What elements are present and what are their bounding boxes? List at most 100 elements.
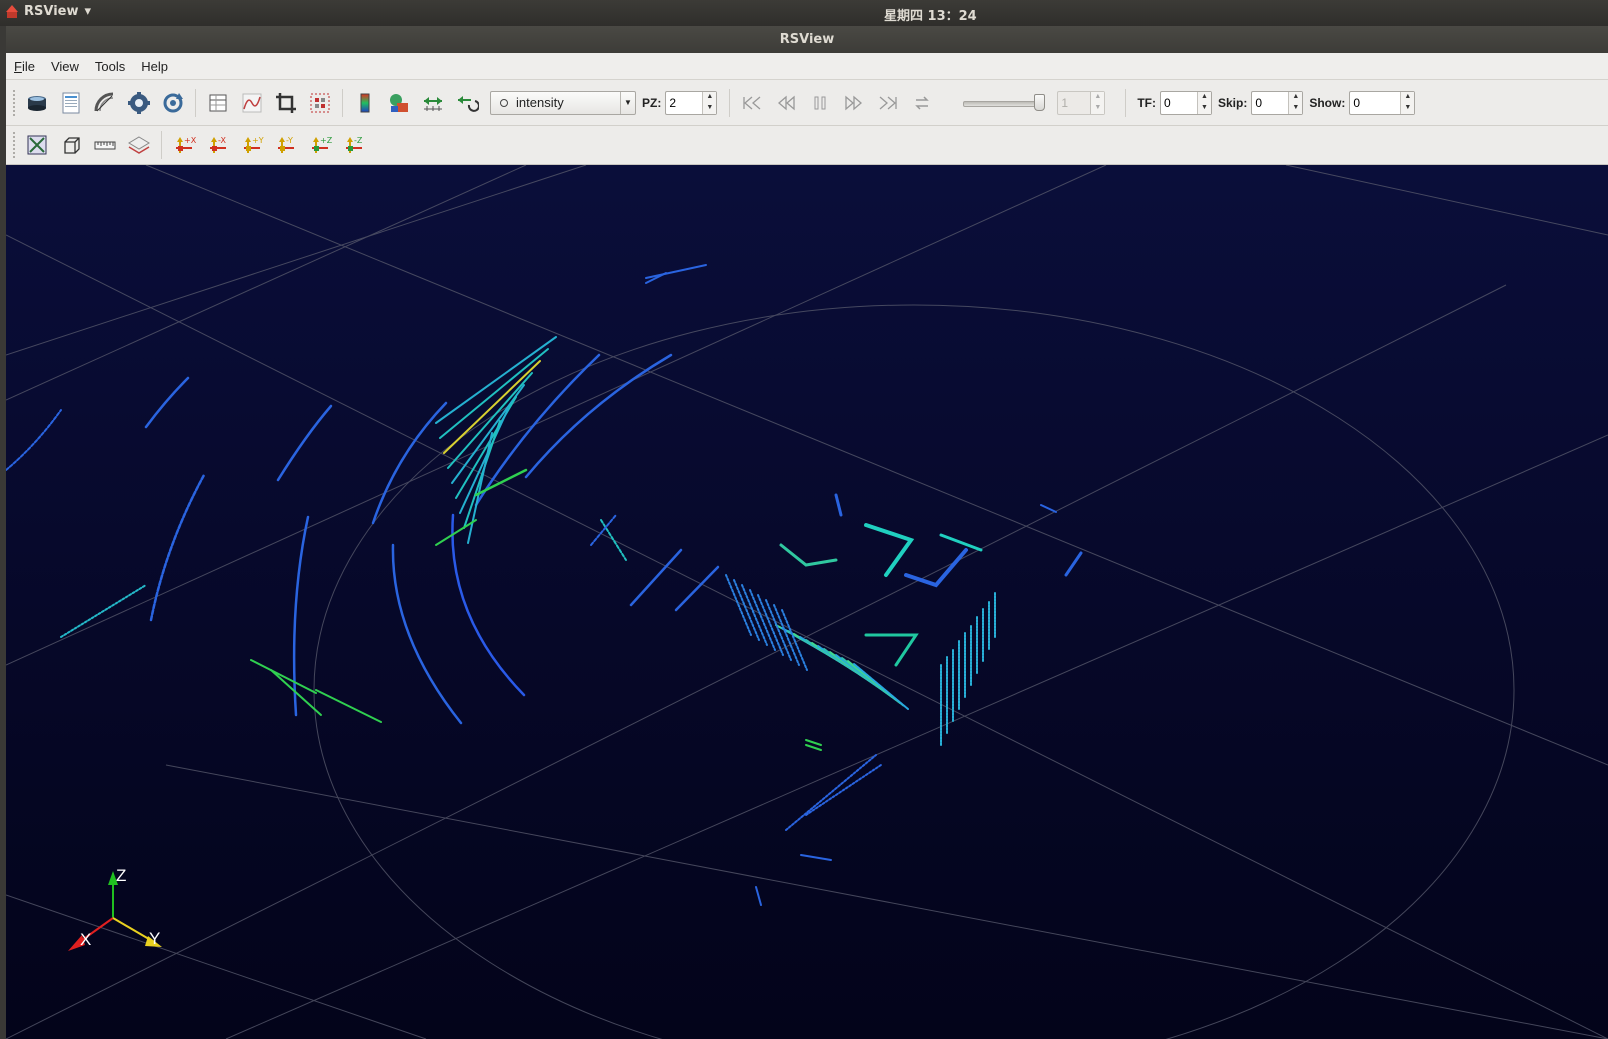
view-toolbar: +X -X +Y -Y +Z -Z	[6, 126, 1608, 165]
pz-input[interactable]	[666, 91, 703, 114]
color-by-dot-icon	[500, 98, 508, 107]
frame-input[interactable]	[1058, 91, 1091, 114]
lidar-scan-line	[904, 548, 968, 588]
layers-icon	[128, 136, 150, 154]
spin-up-icon[interactable]: ▲	[1289, 92, 1302, 103]
skip-input[interactable]	[1252, 91, 1289, 114]
show-input[interactable]	[1350, 91, 1401, 114]
lidar-scan-line	[629, 548, 683, 607]
first-frame-button[interactable]	[737, 88, 767, 118]
graph-button[interactable]	[237, 88, 267, 118]
spin-up-icon[interactable]: ▲	[703, 92, 716, 103]
loop-button[interactable]	[907, 88, 937, 118]
transform-button[interactable]	[452, 88, 482, 118]
open-sensor-stream-button[interactable]	[22, 88, 52, 118]
view-minus-z-button[interactable]: -Z	[339, 130, 369, 160]
lidar-scan-line	[60, 584, 147, 638]
fast-forward-button[interactable]	[839, 88, 869, 118]
lidar-scan-line	[853, 663, 909, 710]
z-axis-label: Z	[116, 866, 126, 885]
layers-button[interactable]	[124, 130, 154, 160]
loop-icon	[915, 95, 930, 110]
reset-camera-icon	[27, 135, 47, 155]
spin-up-icon[interactable]: ▲	[1198, 92, 1211, 103]
axis-view-label: +Z	[320, 136, 332, 145]
open-pcap-icon	[62, 92, 80, 113]
frame-slider-handle[interactable]	[1034, 93, 1046, 111]
view-plus-z-button[interactable]: +Z	[305, 130, 335, 160]
perspective-view-button[interactable]	[56, 130, 86, 160]
view-minus-x-button[interactable]: -X	[203, 130, 233, 160]
show-spinbox[interactable]: ▲▼	[1349, 90, 1416, 115]
color-legend-button[interactable]	[350, 88, 380, 118]
pause-button[interactable]	[805, 88, 835, 118]
selection-grid-button[interactable]	[305, 88, 335, 118]
toolbar-grip[interactable]	[12, 131, 16, 159]
spin-up-icon[interactable]: ▲	[1091, 92, 1104, 103]
axis-view-icon: -Z	[346, 136, 363, 153]
menu-tools[interactable]: Tools	[87, 59, 133, 74]
frame-slider[interactable]	[963, 91, 1046, 115]
view-plus-x-button[interactable]: +X	[169, 130, 199, 160]
crop-button[interactable]	[271, 88, 301, 118]
point-cloud-scene[interactable]: Z X Y	[6, 165, 1608, 1039]
app-menu-arrow-icon: ▾	[84, 4, 92, 19]
measure-button[interactable]	[418, 88, 448, 118]
lidar-scan-line	[749, 589, 776, 651]
rewind-button[interactable]	[771, 88, 801, 118]
chevron-down-icon[interactable]: ▼	[620, 91, 635, 114]
menu-help[interactable]: Help	[133, 59, 176, 74]
reset-camera-button[interactable]	[22, 130, 52, 160]
spreadsheet-button[interactable]	[203, 88, 233, 118]
toolbar-separator	[729, 88, 731, 117]
last-frame-icon	[879, 96, 897, 109]
tf-input[interactable]	[1161, 91, 1197, 114]
sensor-config-button[interactable]	[124, 88, 154, 118]
color-by-select[interactable]: intensity ▼	[490, 90, 636, 115]
app-menu[interactable]: RSView ▾	[6, 4, 91, 19]
spin-up-icon[interactable]: ▲	[1401, 92, 1414, 103]
tf-spinbox[interactable]: ▲▼	[1160, 90, 1212, 115]
spin-down-icon[interactable]: ▼	[1289, 103, 1302, 114]
lidar-scan-line	[435, 336, 557, 424]
reset-config-button[interactable]	[158, 88, 188, 118]
toolbar-grip[interactable]	[12, 88, 16, 117]
color-legend-icon	[360, 93, 370, 112]
skip-label: Skip:	[1218, 95, 1248, 110]
spin-down-icon[interactable]: ▼	[1091, 103, 1104, 114]
axis-view-label: -X	[218, 136, 226, 145]
frame-spinbox[interactable]: ▲▼	[1057, 90, 1106, 115]
axis-view-label: -Z	[354, 136, 363, 145]
last-frame-button[interactable]	[873, 88, 903, 118]
spin-down-icon[interactable]: ▼	[1198, 103, 1211, 114]
open-pcap-button[interactable]	[56, 88, 86, 118]
app-menu-label: RSView	[24, 4, 79, 19]
ruler-icon	[94, 141, 116, 150]
x-axis-label: X	[80, 930, 91, 949]
lidar-scan-line	[1040, 504, 1057, 513]
graph-icon	[242, 93, 262, 112]
menu-file[interactable]: File	[6, 59, 43, 74]
clock[interactable]: 星期四 13：24	[884, 5, 977, 24]
axis-view-icon: +X	[176, 136, 196, 153]
skip-spinbox[interactable]: ▲▼	[1251, 90, 1304, 115]
lidar-scan-line	[725, 574, 752, 636]
crop-icon	[276, 92, 296, 113]
view-minus-y-button[interactable]: -Y	[271, 130, 301, 160]
spin-down-icon[interactable]: ▼	[1401, 103, 1414, 114]
lidar-scan-line	[645, 264, 707, 279]
ruler-button[interactable]	[90, 130, 120, 160]
view-plus-y-button[interactable]: +Y	[237, 130, 267, 160]
menu-view[interactable]: View	[43, 59, 87, 74]
toolbar-separator	[342, 88, 343, 117]
spin-down-icon[interactable]: ▼	[703, 103, 716, 114]
color-map-button[interactable]	[384, 88, 414, 118]
point-cloud-viewport[interactable]: Z X Y	[6, 165, 1608, 1039]
calibration-button[interactable]	[90, 88, 120, 118]
lidar-scan-line	[785, 754, 877, 831]
lidar-scan-line	[864, 523, 915, 577]
lidar-scan-line	[276, 404, 333, 482]
lidar-scan-line	[451, 513, 526, 697]
pz-spinbox[interactable]: ▲▼	[665, 90, 718, 115]
sensor-config-icon	[128, 91, 150, 114]
